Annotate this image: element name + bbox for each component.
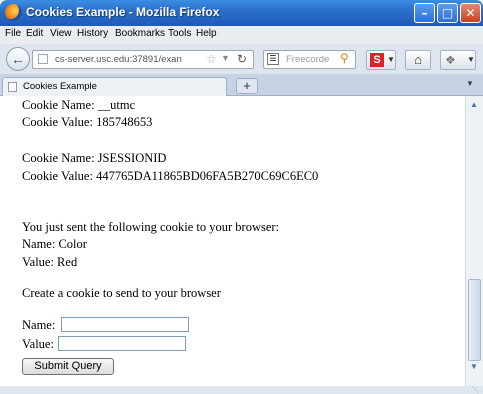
title-bar: Cookies Example - Mozilla Firefox – □ ✕	[0, 0, 483, 26]
submit-query-button[interactable]: Submit Query	[22, 358, 114, 375]
tab-label: Cookies Example	[23, 81, 97, 92]
menu-edit[interactable]: Edit	[26, 28, 43, 39]
page-content: Cookie Name: __utmc Cookie Value: 185748…	[0, 96, 465, 386]
menu-file[interactable]: File	[5, 28, 21, 39]
navigation-toolbar: ← cs-server.usc.edu:37891/exan ☆ ▼ ↻ ☰ F…	[0, 44, 483, 74]
puzzle-icon: ❖	[445, 53, 456, 67]
sent-cookie-name: Name: Color	[22, 237, 87, 251]
extension-s-button[interactable]: S ▼	[366, 50, 396, 70]
value-input[interactable]	[58, 336, 186, 351]
chevron-down-icon: ▼	[387, 55, 395, 64]
menu-view[interactable]: View	[50, 28, 72, 39]
create-cookie-heading: Create a cookie to send to your browser	[22, 286, 221, 300]
url-dropdown-icon[interactable]: ▼	[221, 53, 230, 63]
name-input[interactable]	[61, 317, 189, 332]
menu-help[interactable]: Help	[196, 28, 217, 39]
resize-grip-icon[interactable]: ⋱	[472, 386, 479, 394]
url-bar[interactable]: cs-server.usc.edu:37891/exan ☆ ▼ ↻	[32, 50, 254, 69]
minimize-button[interactable]: –	[414, 3, 435, 23]
home-button[interactable]: ⌂	[405, 50, 431, 70]
search-bar[interactable]: ☰ Freecorde ⚲	[263, 50, 356, 69]
scrollbar-thumb[interactable]	[468, 279, 481, 361]
back-button[interactable]: ←	[6, 47, 30, 71]
maximize-icon: □	[441, 6, 454, 20]
maximize-button[interactable]: □	[437, 3, 458, 23]
tab-list-icon[interactable]: ▼	[466, 79, 474, 88]
plus-icon: +	[243, 78, 251, 93]
cookie1-value: Cookie Value: 185748653	[22, 115, 153, 129]
back-arrow-icon: ←	[11, 51, 25, 67]
browser-window: Cookies Example - Mozilla Firefox – □ ✕ …	[0, 0, 483, 394]
search-input[interactable]: Freecorde	[286, 54, 329, 65]
window-title: Cookies Example - Mozilla Firefox	[26, 5, 220, 19]
sent-cookie-value: Value: Red	[22, 255, 78, 269]
cookie2-value: Cookie Value: 447765DA11865BD06FA5B270C6…	[22, 169, 319, 183]
home-icon: ⌂	[414, 52, 422, 67]
firefox-logo-icon	[5, 4, 22, 21]
new-tab-button[interactable]: +	[236, 78, 258, 94]
tab-cookies-example[interactable]: Cookies Example	[2, 77, 227, 96]
search-icon[interactable]: ⚲	[340, 51, 349, 65]
menu-bar: File Edit View History Bookmarks Tools H…	[0, 26, 483, 44]
extension-menu-button[interactable]: ❖ ▼	[440, 50, 476, 70]
reload-icon[interactable]: ↻	[237, 52, 247, 66]
site-identity-icon[interactable]	[38, 54, 48, 64]
value-label: Value:	[22, 337, 54, 351]
status-bar: ⋱	[0, 386, 483, 394]
scroll-up-icon[interactable]: ▲	[470, 100, 478, 109]
vertical-scrollbar[interactable]: ▲ ▼	[465, 96, 483, 386]
page-icon	[8, 82, 17, 92]
menu-tools[interactable]: Tools	[168, 28, 191, 39]
url-text: cs-server.usc.edu:37891/exan	[55, 54, 182, 65]
sent-cookie-heading: You just sent the following cookie to yo…	[22, 220, 280, 234]
search-engine-icon[interactable]: ☰	[267, 53, 279, 65]
tab-bar: Cookies Example + ▼	[0, 74, 483, 96]
menu-bookmarks[interactable]: Bookmarks	[115, 28, 165, 39]
scroll-down-icon[interactable]: ▼	[470, 362, 478, 371]
bookmark-star-icon[interactable]: ☆	[206, 52, 217, 66]
s-logo-icon: S	[370, 53, 384, 67]
chevron-down-icon: ▼	[467, 55, 475, 64]
cookie1-name: Cookie Name: __utmc	[22, 98, 136, 112]
name-label: Name:	[22, 318, 56, 332]
cookie2-name: Cookie Name: JSESSIONID	[22, 151, 167, 165]
close-icon: ✕	[465, 6, 476, 20]
close-button[interactable]: ✕	[460, 3, 481, 23]
menu-history[interactable]: History	[77, 28, 108, 39]
minimize-icon: –	[421, 6, 428, 20]
